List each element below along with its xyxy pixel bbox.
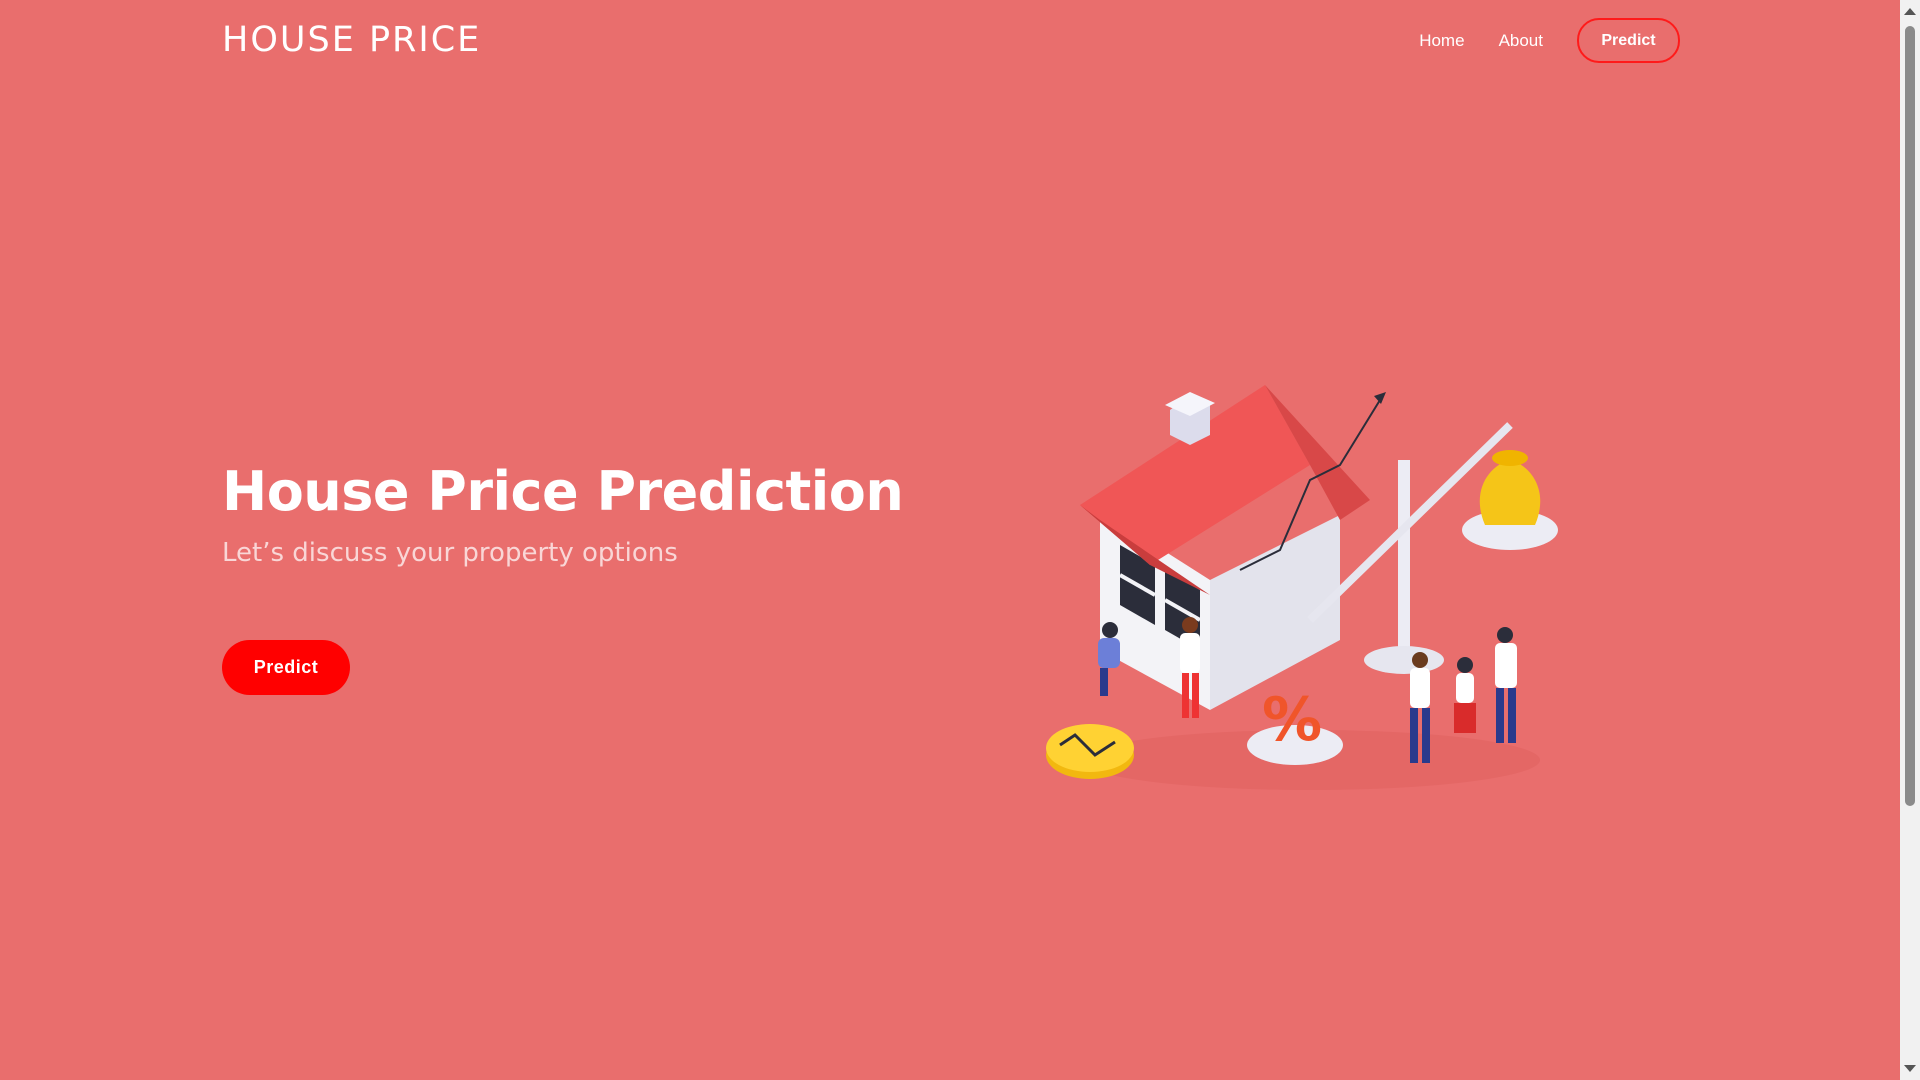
money-bag-icon (1479, 460, 1541, 525)
site-logo[interactable]: HOUSE PRICE (222, 20, 481, 60)
vertical-scrollbar[interactable] (1900, 0, 1920, 1080)
page: HOUSE PRICE Home About Predict House Pri… (0, 0, 1900, 1080)
nav-home-link[interactable]: Home (1419, 31, 1464, 51)
hero-title: House Price Prediction (222, 460, 904, 523)
hero-predict-button[interactable]: Predict (222, 640, 350, 695)
main-nav: Home About Predict (1419, 18, 1680, 63)
nav-predict-button[interactable]: Predict (1577, 18, 1680, 63)
scroll-thumb[interactable] (1905, 26, 1915, 806)
nav-about-link[interactable]: About (1499, 31, 1543, 51)
house-illustration: % (1046, 385, 1558, 790)
percent-icon: % (1262, 685, 1322, 755)
hero-subtitle: Let’s discuss your property options (222, 538, 678, 568)
scroll-up-arrow-icon[interactable] (1904, 8, 1916, 15)
scroll-down-arrow-icon[interactable] (1904, 1065, 1916, 1072)
